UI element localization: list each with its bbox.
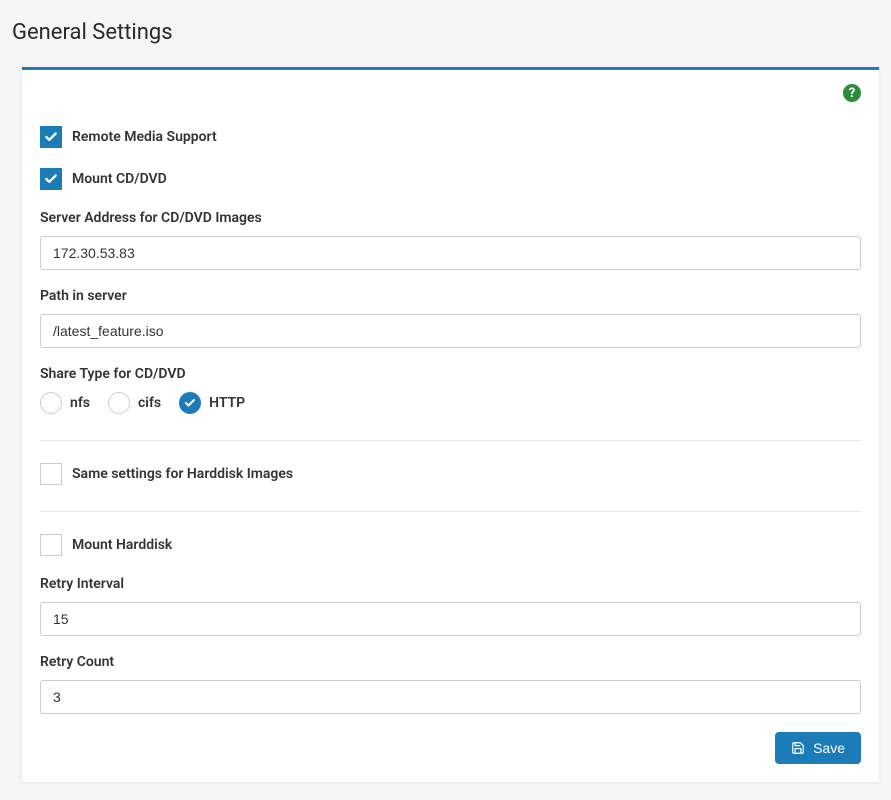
divider xyxy=(40,440,861,441)
share-type-nfs-radio[interactable]: nfs xyxy=(40,392,90,414)
mount-cd-dvd-checkbox[interactable] xyxy=(40,168,62,190)
share-type-http-label: HTTP xyxy=(209,395,245,411)
save-button-label: Save xyxy=(813,740,845,756)
mount-cd-dvd-label: Mount CD/DVD xyxy=(72,171,167,187)
check-icon xyxy=(44,130,58,144)
same-settings-harddisk-label: Same settings for Harddisk Images xyxy=(72,466,293,482)
share-type-cifs-label: cifs xyxy=(138,395,161,411)
share-type-nfs-label: nfs xyxy=(70,395,90,411)
retry-count-input[interactable] xyxy=(40,680,861,714)
path-in-server-input[interactable] xyxy=(40,314,861,348)
save-icon xyxy=(791,741,805,755)
mount-harddisk-checkbox[interactable] xyxy=(40,534,62,556)
path-in-server-label: Path in server xyxy=(40,288,861,304)
page-title: General Settings xyxy=(12,20,879,45)
radio-icon xyxy=(40,392,62,414)
same-settings-harddisk-checkbox[interactable] xyxy=(40,463,62,485)
settings-card: ? Remote Media Support Mount CD/DVD Serv… xyxy=(22,67,879,782)
share-type-http-radio[interactable]: HTTP xyxy=(179,392,245,414)
save-button[interactable]: Save xyxy=(775,732,861,764)
radio-selected-icon xyxy=(179,392,201,414)
remote-media-support-checkbox[interactable] xyxy=(40,126,62,148)
retry-count-label: Retry Count xyxy=(40,654,861,670)
remote-media-support-label: Remote Media Support xyxy=(72,129,217,145)
mount-harddisk-label: Mount Harddisk xyxy=(72,537,172,553)
retry-interval-label: Retry Interval xyxy=(40,576,861,592)
server-address-input[interactable] xyxy=(40,236,861,270)
check-icon xyxy=(44,172,58,186)
help-icon[interactable]: ? xyxy=(843,84,861,102)
share-type-label: Share Type for CD/DVD xyxy=(40,366,861,382)
retry-interval-input[interactable] xyxy=(40,602,861,636)
divider xyxy=(40,511,861,512)
server-address-label: Server Address for CD/DVD Images xyxy=(40,210,861,226)
radio-icon xyxy=(108,392,130,414)
share-type-cifs-radio[interactable]: cifs xyxy=(108,392,161,414)
